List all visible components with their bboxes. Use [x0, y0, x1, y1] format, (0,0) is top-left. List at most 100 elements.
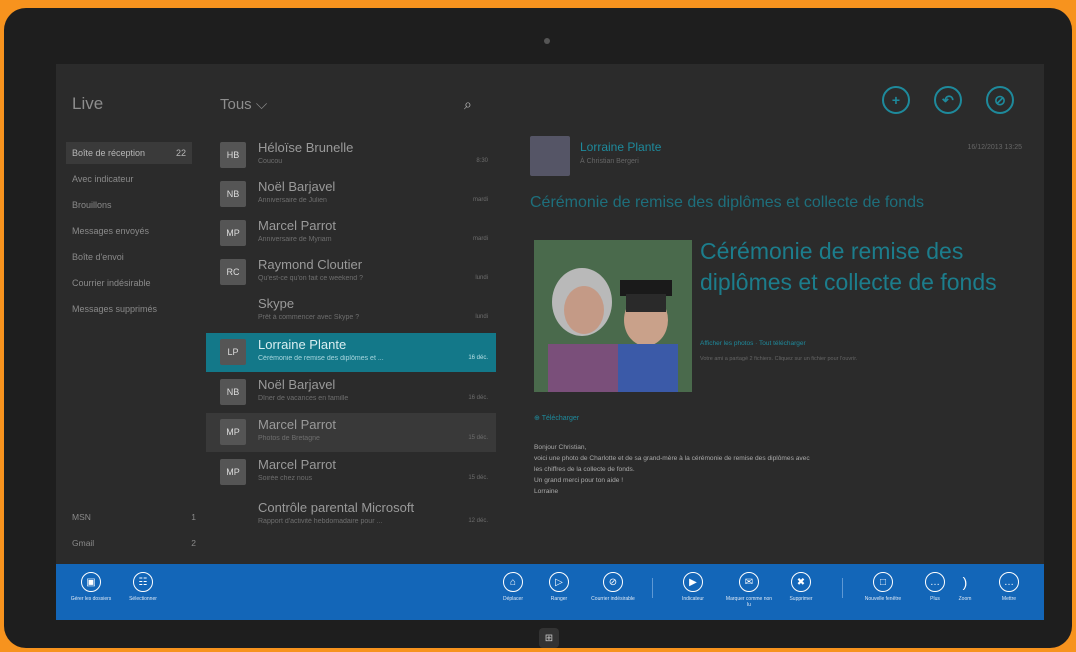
select-button[interactable]: ☷ Sélectionner: [118, 572, 168, 602]
message-subject: Anniversaire de Julien: [258, 197, 327, 204]
delete-top-button[interactable]: ⊘: [986, 86, 1014, 114]
account-item-msn[interactable]: MSN 1: [72, 512, 196, 522]
folder-icon: ▣: [81, 572, 101, 592]
message-time: lundi: [475, 314, 488, 320]
new-window-button[interactable]: □ Nouvelle fenêtre: [858, 572, 908, 602]
account-title[interactable]: Live: [72, 94, 103, 114]
folder-item-sent[interactable]: Messages envoyés: [66, 220, 192, 242]
zoom-button[interactable]: ) Zoom: [940, 572, 990, 602]
list-item-selected[interactable]: LP Lorraine Plante Cérémonie de remise d…: [206, 333, 496, 372]
folder-item-junk[interactable]: Courrier indésirable: [66, 272, 192, 294]
avatar: MP: [220, 459, 246, 485]
folder-label: Courrier indésirable: [72, 278, 151, 288]
list-item[interactable]: Skype Prêt à commencer avec Skype ? lund…: [206, 292, 496, 331]
overflow-button[interactable]: … Mettre: [984, 572, 1034, 602]
message-subject: Dîner de vacances en famille: [258, 395, 349, 402]
cmd-label: Déplacer: [502, 596, 523, 602]
chevron-down-icon: ⌵: [255, 96, 268, 113]
folder-label: Brouillons: [72, 200, 112, 210]
message-from: Héloïse Brunelle: [258, 140, 354, 155]
cmd-label: Courrier indésirable: [591, 596, 635, 602]
folder-item-drafts[interactable]: Brouillons: [66, 194, 192, 216]
junk-icon: ⊘: [603, 572, 623, 592]
message-subject: Qu'est-ce qu'on fait ce weekend ?: [258, 275, 364, 282]
junk-button[interactable]: ⊘ Courrier indésirable: [588, 572, 638, 602]
list-item[interactable]: Contrôle parental Microsoft Rapport d'ac…: [206, 496, 496, 535]
delete-button[interactable]: ✖ Supprimer: [776, 572, 826, 602]
avatar: RC: [220, 259, 246, 285]
plus-icon: +: [891, 92, 901, 108]
folder-item-flagged[interactable]: Avec indicateur: [66, 168, 192, 190]
app-bar: ▣ Gérer les dossiers ☷ Sélectionner ⌂ Dé…: [56, 564, 1044, 620]
reply-button[interactable]: ↶: [934, 86, 962, 114]
attachment-link[interactable]: ⊕ Télécharger: [534, 414, 579, 422]
message-from: Contrôle parental Microsoft: [258, 500, 415, 515]
account-count: 1: [191, 512, 196, 522]
message-subject: Rapport d'activité hebdomadaire pour ...: [258, 518, 383, 525]
list-item[interactable]: NB Noël Barjavel Dîner de vacances en fa…: [206, 373, 496, 412]
body-line: Lorraine: [534, 488, 559, 495]
paperclip-icon: ⊕: [534, 415, 540, 422]
manage-folders-button[interactable]: ▣ Gérer les dossiers: [66, 572, 116, 602]
sweep-button[interactable]: ▷ Ranger: [534, 572, 584, 602]
message-time: 12 déc.: [468, 518, 488, 524]
avatar: HB: [220, 142, 246, 168]
list-item[interactable]: NB Noël Barjavel Anniversaire de Julien …: [206, 175, 496, 214]
cmd-label: Supprimer: [789, 596, 813, 602]
tablet-device: Live Boîte de réception 22 Avec indicate…: [4, 8, 1072, 648]
message-time: 16 déc.: [468, 355, 488, 361]
list-item[interactable]: RC Raymond Cloutier Qu'est-ce qu'on fait…: [206, 253, 496, 292]
cmd-label: Sélectionner: [129, 596, 157, 602]
folder-pane: Live Boîte de réception 22 Avec indicate…: [56, 64, 206, 564]
trash-icon: ⊘: [994, 91, 1006, 108]
cmd-label: Nouvelle fenêtre: [864, 596, 902, 602]
mark-unread-button[interactable]: ✉ Marquer comme non lu: [724, 572, 774, 608]
cmd-label: Marquer comme non lu: [725, 596, 773, 608]
reply-icon: ↶: [942, 91, 954, 108]
filter-dropdown[interactable]: Tous ⌵: [220, 96, 267, 113]
folder-item-inbox[interactable]: Boîte de réception 22: [66, 142, 192, 164]
sender-avatar: [530, 136, 570, 176]
zoom-icon: ): [962, 574, 968, 590]
windows-button[interactable]: ⊞: [539, 628, 559, 648]
message-subject: Prêt à commencer avec Skype ?: [258, 314, 360, 321]
account-label: MSN: [72, 512, 91, 522]
search-icon[interactable]: ⌕: [464, 96, 480, 112]
message-subject: Anniversaire de Myriam: [258, 236, 332, 243]
body-line: voici une photo de Charlotte et de sa gr…: [534, 455, 810, 462]
folder-item-outbox[interactable]: Boîte d'envoi: [66, 246, 192, 268]
mark-unread-icon: ✉: [739, 572, 759, 592]
new-window-icon: □: [873, 572, 893, 592]
folder-item-deleted[interactable]: Messages supprimés: [66, 298, 192, 320]
card-links[interactable]: Afficher les photos · Tout télécharger: [700, 340, 806, 347]
ellipsis-icon: …: [999, 572, 1019, 592]
body-line: Un grand merci pour ton aide !: [534, 477, 624, 484]
message-from: Lorraine Plante: [258, 337, 347, 352]
list-item[interactable]: MP Marcel Parrot Photos de Bretagne 15 d…: [206, 413, 496, 452]
list-item[interactable]: HB Héloïse Brunelle Coucou 8:30: [206, 136, 496, 175]
account-item-gmail[interactable]: Gmail 2: [72, 538, 196, 548]
sender-name[interactable]: Lorraine Plante: [580, 140, 661, 154]
message-from: Noël Barjavel: [258, 179, 336, 194]
message-subject: Soirée chez nous: [258, 475, 313, 482]
avatar: MP: [220, 419, 246, 445]
new-message-button[interactable]: +: [882, 86, 910, 114]
message-subject: Photos de Bretagne: [258, 435, 320, 442]
avatar: NB: [220, 181, 246, 207]
body-line: Bonjour Christian,: [534, 444, 587, 451]
move-button[interactable]: ⌂ Déplacer: [488, 572, 538, 602]
card-meta: Votre ami a partagé 2 fichiers. Cliquez …: [700, 356, 858, 362]
card-title: Cérémonie de remise des diplômes et coll…: [700, 238, 997, 295]
list-item[interactable]: MP Marcel Parrot Anniversaire de Myriam …: [206, 214, 496, 253]
message-subject: Coucou: [258, 158, 283, 165]
message-time: lundi: [475, 275, 488, 281]
message-time: 15 déc.: [468, 435, 488, 441]
shared-photo[interactable]: [534, 240, 692, 392]
attachment-label: Télécharger: [541, 415, 580, 422]
message-from: Marcel Parrot: [258, 417, 337, 432]
message-from: Marcel Parrot: [258, 457, 337, 472]
message-time: 16 déc.: [468, 395, 488, 401]
flag-button[interactable]: ▶ Indicateur: [668, 572, 718, 602]
list-item[interactable]: MP Marcel Parrot Soirée chez nous 15 déc…: [206, 453, 496, 492]
message-time: mardi: [472, 236, 488, 242]
